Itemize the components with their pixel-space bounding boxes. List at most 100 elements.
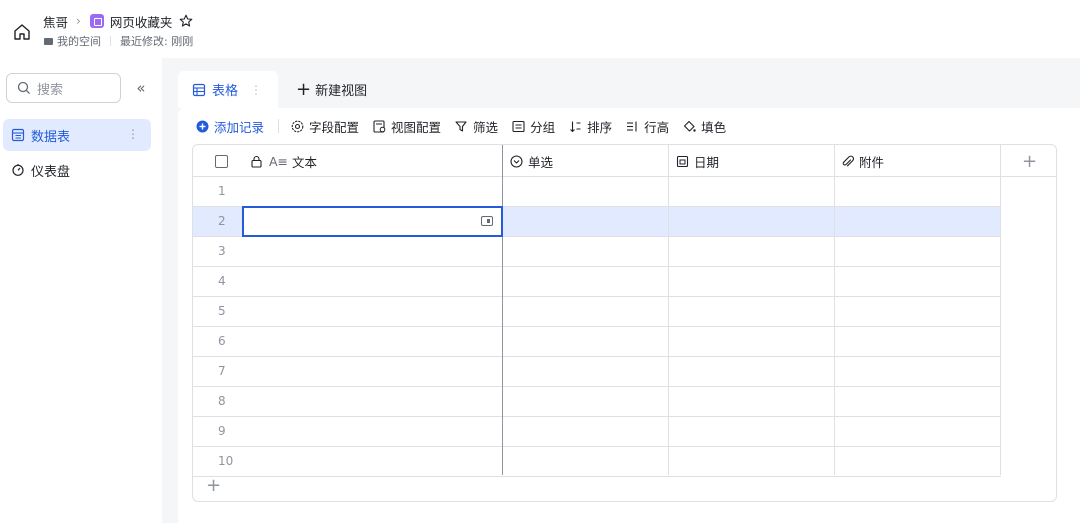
doc-title[interactable]: 网页收藏夹 (110, 12, 173, 31)
column-divider (834, 145, 835, 475)
star-icon[interactable] (179, 14, 193, 28)
grid-header: A≡ 文本 单选 日期 附件 + (193, 145, 1056, 177)
field-config-label: 字段配置 (309, 119, 360, 135)
add-row-button[interactable]: + (206, 476, 221, 496)
table-row[interactable]: 5 (193, 297, 1001, 327)
view-config-label: 视图配置 (391, 119, 442, 135)
main-area: 表格 ⋮ + 新建视图 添加记录 字段配置 视图配置 筛选 分组 排序 行高 填… (162, 58, 1080, 523)
sidebar-item-datatable[interactable]: 数据表 ⋮ (3, 119, 151, 151)
table-row[interactable]: 9 (193, 417, 1001, 447)
fill-color-label: 填色 (701, 119, 727, 135)
more-icon[interactable]: ⋮ (127, 127, 139, 141)
toolbar-divider (278, 119, 280, 133)
row-number: 6 (218, 334, 226, 348)
sort-button[interactable]: 排序 (569, 117, 612, 136)
table-row[interactable]: 8 (193, 387, 1001, 417)
sidebar-item-label: 仪表盘 (31, 164, 71, 180)
breadcrumb-parent[interactable]: 焦哥 (43, 12, 68, 31)
row-number: 4 (218, 274, 226, 288)
filter-button[interactable]: 筛选 (455, 117, 498, 136)
grid-view-icon (192, 83, 206, 96)
sort-icon (570, 121, 581, 132)
column-divider (1000, 145, 1001, 475)
table-icon (11, 128, 25, 142)
collapse-sidebar-button[interactable]: « (133, 80, 149, 96)
column-header-text[interactable]: A≡ 文本 (250, 145, 500, 177)
fill-color-button[interactable]: 填色 (683, 117, 726, 136)
doc-type-icon (89, 14, 104, 28)
search-placeholder: 搜索 (37, 82, 64, 98)
column-header-attachment[interactable]: 附件 (841, 145, 884, 177)
field-config-button[interactable]: 字段配置 (291, 117, 359, 136)
lock-icon (251, 155, 262, 168)
sidebar-item-dashboard[interactable]: 仪表盘 (3, 154, 151, 186)
add-record-label: 添加记录 (214, 119, 265, 135)
plus-icon: + (296, 78, 312, 100)
paint-bucket-icon (684, 120, 696, 132)
view-config-icon (373, 119, 386, 133)
row-height-label: 行高 (644, 119, 670, 135)
row-number: 8 (218, 394, 226, 408)
new-view-button[interactable]: + 新建视图 (296, 71, 367, 108)
home-icon[interactable] (12, 22, 32, 42)
view-toolbar: 添加记录 字段配置 视图配置 筛选 分组 排序 行高 填色 (196, 117, 1080, 135)
group-button[interactable]: 分组 (512, 117, 555, 136)
frozen-column-divider (502, 145, 503, 475)
row-number: 1 (218, 184, 226, 198)
search-icon (17, 81, 31, 95)
row-number: 9 (218, 424, 226, 438)
sidebar: 搜索 « 数据表 ⋮ 仪表盘 (0, 58, 162, 523)
group-icon (512, 120, 525, 132)
column-label: 文本 (292, 154, 318, 170)
column-label: 附件 (859, 154, 885, 170)
column-header-single-select[interactable]: 单选 (510, 145, 553, 177)
tab-grid-view[interactable]: 表格 ⋮ (178, 71, 278, 108)
column-divider (668, 145, 669, 475)
tab-more-icon[interactable]: ⋮ (250, 83, 262, 97)
column-header-date[interactable]: 日期 (676, 145, 719, 177)
expand-record-icon[interactable] (481, 216, 493, 226)
search-input[interactable]: 搜索 (6, 73, 121, 103)
data-grid: A≡ 文本 单选 日期 附件 + 1 2 3 4 5 6 7 8 9 10 + (192, 144, 1057, 502)
table-row[interactable]: 10 (193, 447, 1001, 477)
row-number: 2 (218, 214, 226, 228)
column-label: 日期 (694, 154, 720, 170)
table-row[interactable]: 7 (193, 357, 1001, 387)
meta-divider (110, 36, 111, 46)
group-label: 分组 (530, 119, 556, 135)
last-modified: 最近修改: 刚刚 (120, 35, 194, 48)
doc-meta: 我的空间 最近修改: 刚刚 (44, 34, 193, 48)
folder-icon (44, 37, 53, 45)
text-field-icon: A≡ (269, 153, 289, 169)
filter-label: 筛选 (473, 119, 499, 135)
space-name[interactable]: 我的空间 (57, 33, 101, 49)
tab-label: 表格 (212, 84, 239, 99)
row-number: 3 (218, 244, 226, 258)
view-config-button[interactable]: 视图配置 (373, 117, 441, 136)
select-all-cell (215, 145, 228, 177)
column-label: 单选 (528, 154, 554, 170)
sidebar-item-label: 数据表 (31, 129, 71, 145)
table-row[interactable]: 4 (193, 267, 1001, 297)
table-row[interactable]: 1 (193, 177, 1001, 207)
row-height-button[interactable]: 行高 (626, 117, 669, 136)
filter-icon (455, 120, 467, 132)
gear-icon (291, 120, 304, 132)
sort-label: 排序 (587, 119, 613, 135)
row-height-icon (627, 121, 637, 131)
view-tabbar: 表格 ⋮ + 新建视图 (178, 71, 367, 108)
row-number: 5 (218, 304, 226, 318)
dashboard-icon (12, 164, 24, 176)
breadcrumb: 焦哥 › 网页收藏夹 (43, 12, 193, 30)
active-cell[interactable] (242, 206, 503, 237)
row-number: 7 (218, 364, 226, 378)
attachment-icon (842, 155, 854, 166)
add-column-button[interactable]: + (1001, 145, 1056, 177)
table-row[interactable]: 6 (193, 327, 1001, 357)
add-circle-icon (196, 120, 209, 132)
select-all-checkbox[interactable] (215, 154, 228, 168)
add-record-button[interactable]: 添加记录 (196, 117, 264, 136)
breadcrumb-separator: › (76, 14, 81, 28)
single-select-icon (510, 154, 523, 168)
table-row[interactable]: 3 (193, 237, 1001, 267)
